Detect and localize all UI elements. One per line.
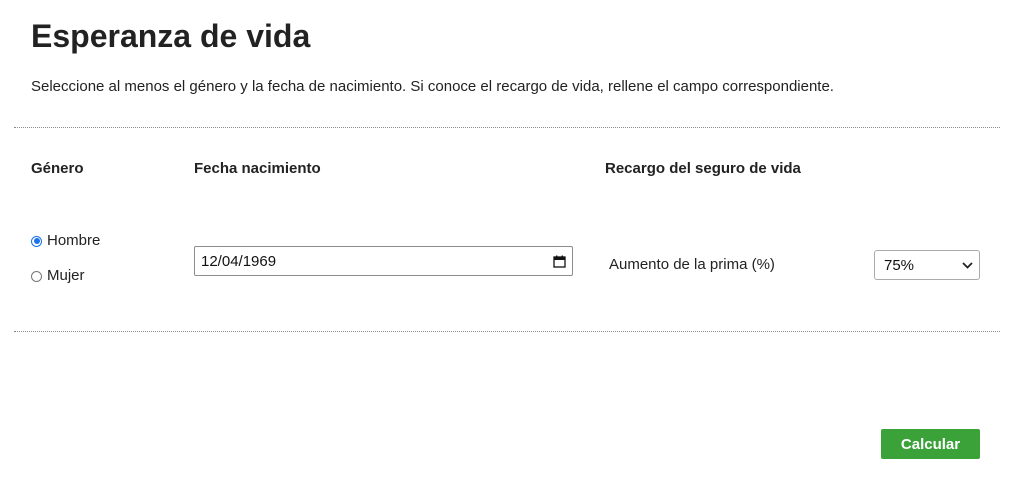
gender-radio-hombre[interactable] (31, 235, 42, 247)
gender-label-hombre: Hombre (47, 232, 101, 249)
bottom-divider (14, 331, 1000, 332)
surcharge-heading: Recargo del seguro de vida (605, 160, 801, 177)
premium-increase-select[interactable]: 75% (874, 250, 980, 280)
chevron-down-icon (962, 261, 973, 269)
birthdate-value: 12/04/1969 (201, 252, 277, 270)
gender-option-hombre[interactable]: Hombre (31, 231, 100, 251)
birthdate-heading: Fecha nacimiento (194, 160, 321, 177)
birthdate-input[interactable]: 12/04/1969 (194, 246, 573, 276)
top-divider (14, 127, 1000, 128)
gender-radio-mujer[interactable] (31, 270, 42, 282)
gender-label-mujer: Mujer (47, 267, 85, 284)
gender-option-mujer[interactable]: Mujer (31, 266, 85, 286)
calculate-button[interactable]: Calcular (881, 429, 980, 459)
gender-heading: Género (31, 160, 84, 177)
premium-increase-value: 75% (884, 256, 915, 274)
premium-increase-label: Aumento de la prima (%) (609, 256, 775, 273)
calendar-icon[interactable] (552, 254, 566, 268)
page-title: Esperanza de vida (31, 18, 311, 54)
page-intro: Seleccione al menos el género y la fecha… (31, 78, 834, 95)
